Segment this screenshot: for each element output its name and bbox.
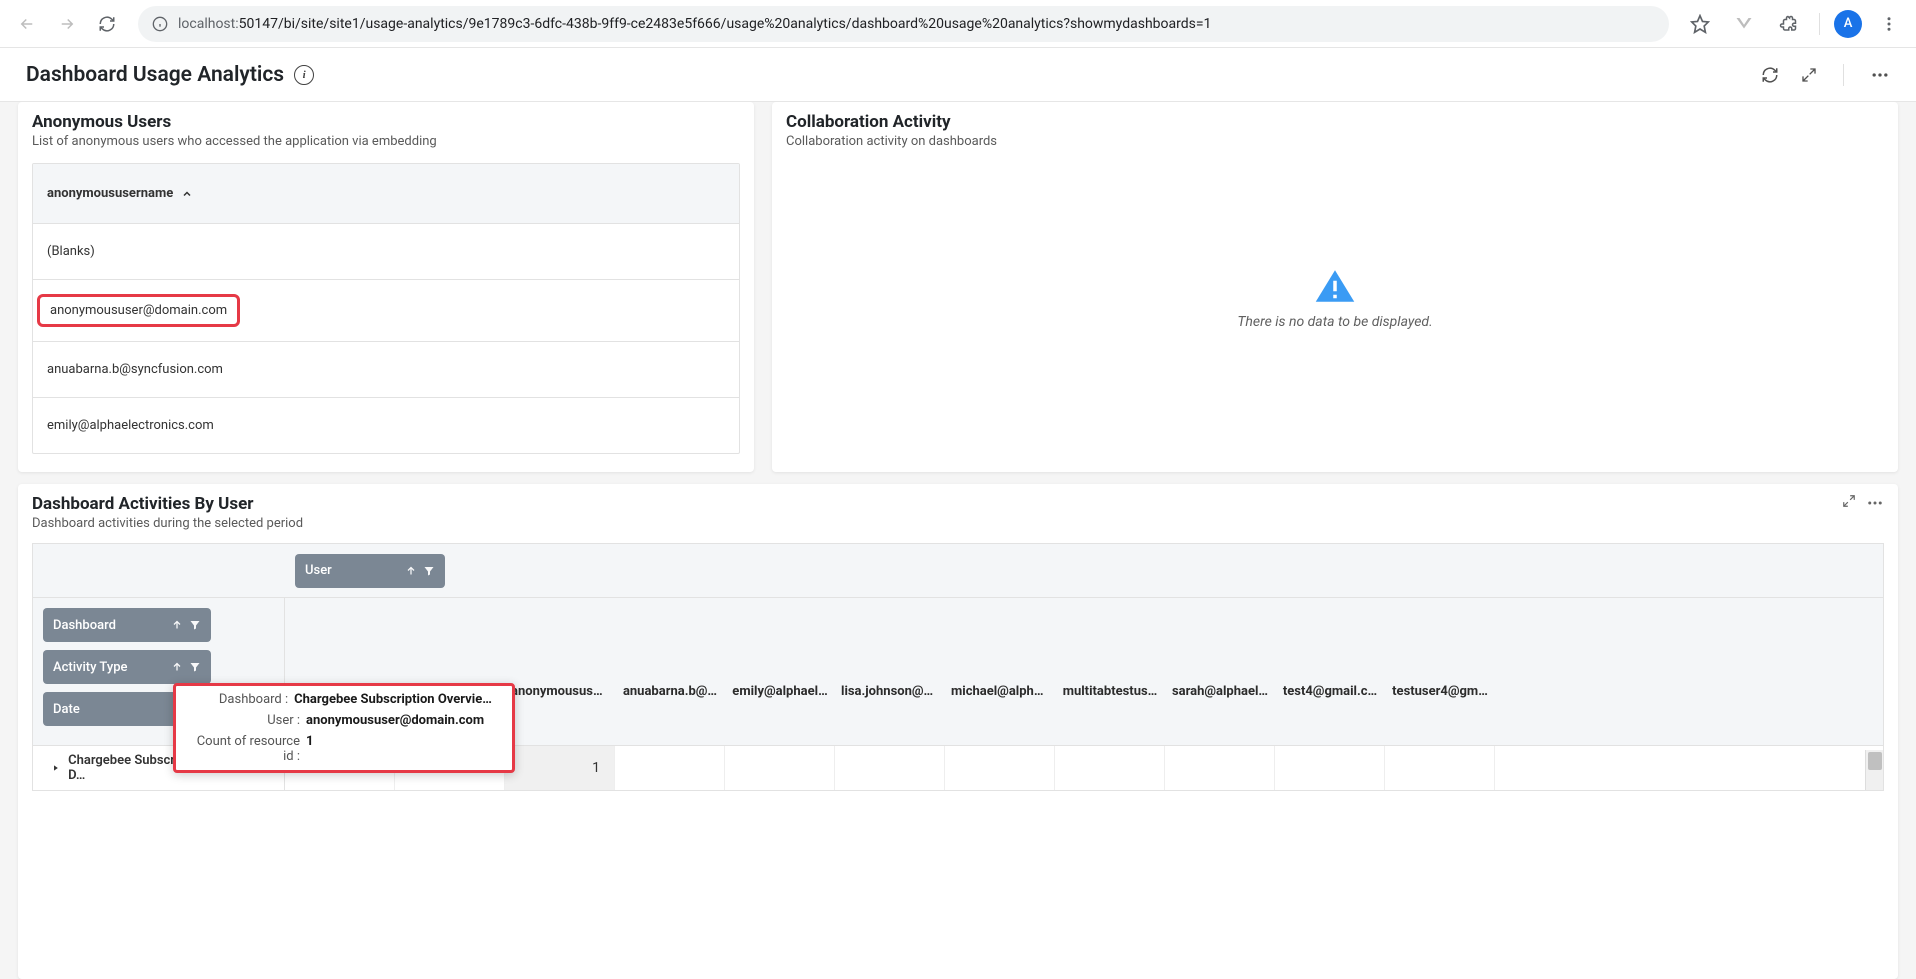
- extension-v-icon[interactable]: [1727, 7, 1761, 41]
- column-header[interactable]: lisa.johnson@b…: [835, 684, 945, 745]
- page-header: Dashboard Usage Analytics i: [0, 48, 1916, 102]
- expand-icon[interactable]: [51, 763, 60, 773]
- table-row[interactable]: anonymoususer@domain.com: [33, 280, 739, 342]
- filter-icon[interactable]: [423, 565, 435, 577]
- anonymous-users-table: anonymoususername (Blanks) anonymoususer@…: [32, 163, 740, 454]
- sort-icon[interactable]: [171, 619, 183, 631]
- data-cell[interactable]: [615, 746, 725, 790]
- data-cell[interactable]: [1385, 746, 1495, 790]
- data-cell[interactable]: [1275, 746, 1385, 790]
- page-title: Dashboard Usage Analytics: [26, 63, 284, 87]
- filter-icon[interactable]: [189, 661, 201, 673]
- refresh-dashboard-icon[interactable]: [1761, 66, 1779, 84]
- table-row[interactable]: anuabarna.b@syncfusion.com: [33, 342, 739, 398]
- info-icon[interactable]: i: [294, 65, 314, 85]
- pivot-grid[interactable]: User DashboardActivity TypeDate Chargebe…: [32, 543, 1884, 791]
- extensions-puzzle-icon[interactable]: [1771, 7, 1805, 41]
- data-cell[interactable]: [725, 746, 835, 790]
- column-header[interactable]: testuser4@gm…: [1385, 684, 1495, 745]
- collaboration-activity-card: Collaboration Activity Collaboration act…: [772, 102, 1898, 472]
- warning-icon: [1314, 268, 1356, 304]
- data-cell[interactable]: [835, 746, 945, 790]
- reload-button[interactable]: [90, 7, 124, 41]
- widget-more-icon[interactable]: [1866, 494, 1884, 512]
- data-tooltip: Dashboard :Chargebee Subscription Overvi…: [285, 683, 515, 773]
- user-field-pill[interactable]: User: [295, 554, 445, 588]
- data-cell[interactable]: [1055, 746, 1165, 790]
- separator: [1819, 13, 1820, 35]
- table-row[interactable]: (Blanks): [33, 224, 739, 280]
- address-bar[interactable]: localhost:50147/bi/site/site1/usage-anal…: [138, 6, 1669, 42]
- table-row[interactable]: emily@alphaelectronics.com: [33, 398, 739, 453]
- data-cell[interactable]: [1165, 746, 1275, 790]
- separator: [1843, 64, 1844, 86]
- widget-subtitle: Collaboration activity on dashboards: [786, 134, 1884, 149]
- fullscreen-icon[interactable]: [1801, 67, 1817, 83]
- activities-by-user-card: Dashboard Activities By User Dashboard a…: [18, 484, 1898, 979]
- scrollbar[interactable]: [1865, 750, 1883, 790]
- column-header[interactable]: test4@gmail.c…: [1275, 684, 1385, 745]
- filter-icon[interactable]: [189, 619, 201, 631]
- bookmark-star-icon[interactable]: [1683, 7, 1717, 41]
- data-cell[interactable]: [945, 746, 1055, 790]
- widget-title: Anonymous Users: [32, 112, 740, 132]
- more-menu-icon[interactable]: [1870, 65, 1890, 85]
- profile-avatar[interactable]: A: [1834, 10, 1862, 38]
- anonymous-users-card: Anonymous Users List of anonymous users …: [18, 102, 754, 472]
- activity-type-field-pill[interactable]: Activity Type: [43, 650, 211, 684]
- widget-subtitle: List of anonymous users who accessed the…: [32, 134, 740, 149]
- column-header[interactable]: multitabtestus…: [1055, 684, 1165, 745]
- widget-title: Dashboard Activities By User: [32, 494, 303, 514]
- column-header[interactable]: emily@alphael…: [725, 684, 835, 745]
- browser-menu-icon[interactable]: [1872, 7, 1906, 41]
- forward-button[interactable]: [50, 7, 84, 41]
- content-area: Anonymous Users List of anonymous users …: [0, 102, 1916, 979]
- empty-message: There is no data to be displayed.: [1237, 314, 1432, 330]
- back-button[interactable]: [10, 7, 44, 41]
- sort-icon[interactable]: [171, 661, 183, 673]
- empty-state: There is no data to be displayed.: [772, 179, 1898, 419]
- sort-asc-icon: [181, 188, 193, 200]
- url-text: localhost:50147/bi/site/site1/usage-anal…: [178, 16, 1211, 32]
- site-info-icon[interactable]: [152, 16, 168, 32]
- sort-icon[interactable]: [405, 565, 417, 577]
- dashboard-field-pill[interactable]: Dashboard: [43, 608, 211, 642]
- column-header[interactable]: anonymoususe…: [505, 684, 615, 745]
- data-cell[interactable]: 1: [505, 746, 615, 790]
- widget-subtitle: Dashboard activities during the selected…: [32, 516, 303, 531]
- browser-toolbar: localhost:50147/bi/site/site1/usage-anal…: [0, 0, 1916, 48]
- widget-title: Collaboration Activity: [786, 112, 1884, 132]
- column-header[interactable]: anonymoususername: [33, 164, 739, 224]
- column-header[interactable]: sarah@alphael…: [1165, 684, 1275, 745]
- column-label: anonymoususername: [47, 186, 173, 201]
- maximize-widget-icon[interactable]: [1842, 494, 1856, 512]
- column-header[interactable]: michael@alpha…: [945, 684, 1055, 745]
- column-header[interactable]: anuabarna.b@…: [615, 684, 725, 745]
- highlighted-cell: anonymoususer@domain.com: [37, 294, 240, 327]
